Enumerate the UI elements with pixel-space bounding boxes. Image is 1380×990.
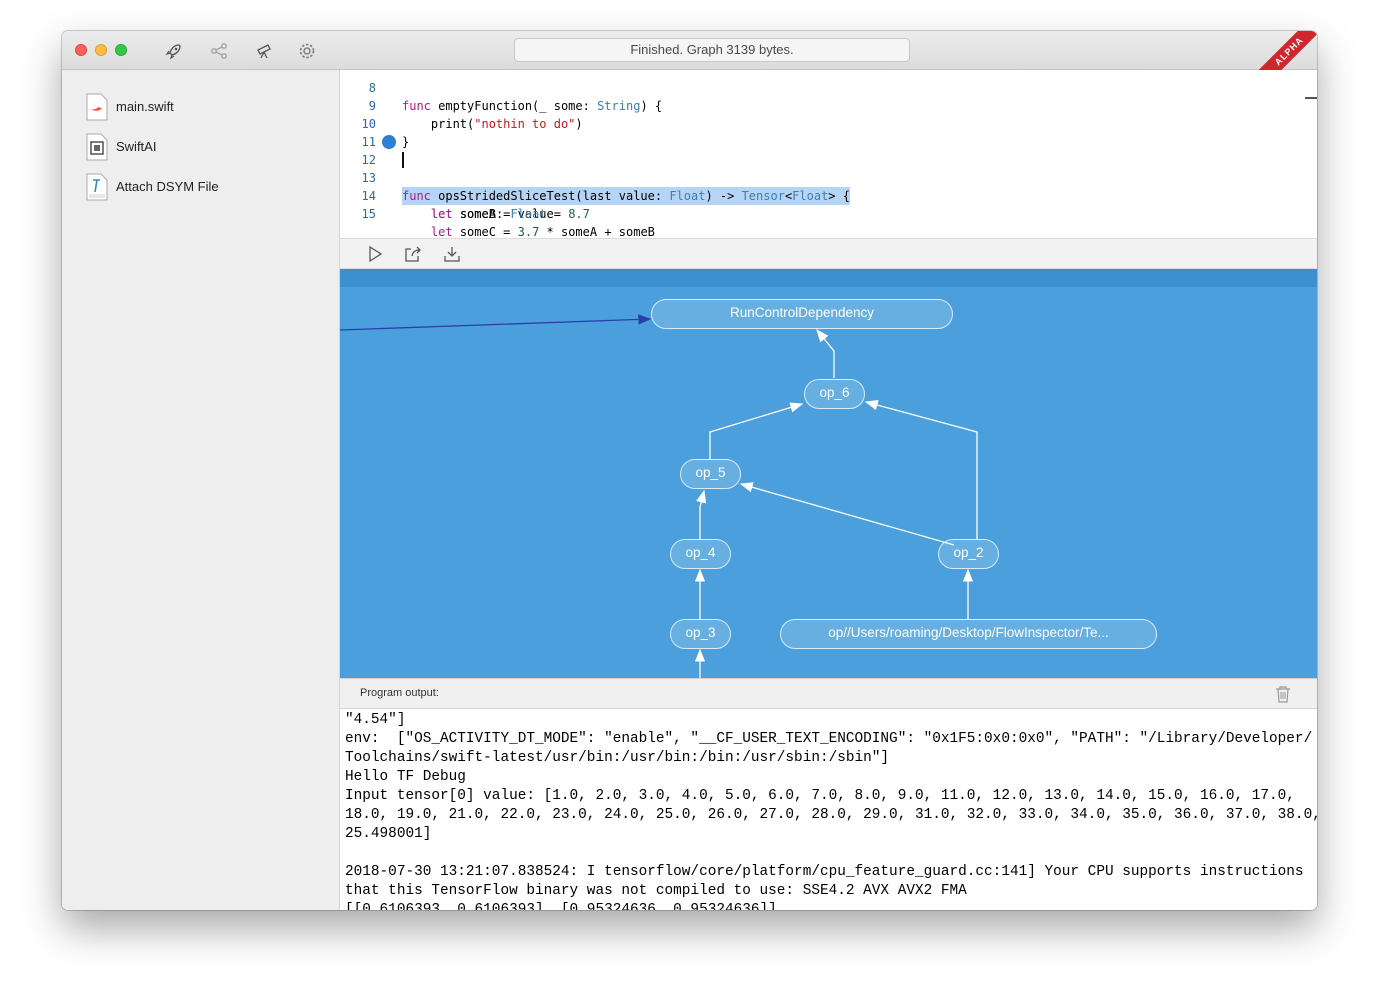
export-icon[interactable] (404, 245, 422, 263)
close-button[interactable] (75, 44, 87, 56)
output-line: [[0.6106393, 0.6106393], [0.95324636, 0.… (345, 902, 777, 910)
code-line: 13 let someA = value (340, 151, 1317, 221)
output-line: env: ["OS_ACTIVITY_DT_MODE": "enable", "… (345, 731, 1313, 747)
graph-node-op-5[interactable]: op_5 (680, 459, 741, 489)
code-line: 8 func emptyFunction(_ some: String) { (340, 70, 1317, 113)
output-title: Program output: (360, 687, 439, 699)
code-line: 9 print("nothin to do") (340, 79, 1317, 131)
rocket-icon[interactable] (164, 41, 184, 61)
output-line: Hello TF Debug (345, 769, 466, 785)
code-line: 14 let someB: Float = 8.7 (340, 169, 1317, 221)
code-line-breakpoint: 12 func opsStridedSliceTest(last value: … (340, 133, 1317, 205)
status-field: Finished. Graph 3139 bytes. (514, 38, 910, 62)
output-line: 18.0, 19.0, 21.0, 22.0, 23.0, 24.0, 25.0… (345, 807, 1317, 823)
titlebar: Finished. Graph 3139 bytes. ALPHA (62, 31, 1317, 90)
code-text: let someB: Float = 8.7 (430, 207, 590, 221)
swift-file-icon (86, 93, 108, 121)
sidebar-item-label: Attach DSYM File (116, 179, 219, 194)
program-output[interactable]: "4.54"] env: ["OS_ACTIVITY_DT_MODE": "en… (340, 709, 1317, 910)
sidebar-item-main-swift[interactable]: main.swift (86, 93, 326, 123)
app-window: Finished. Graph 3139 bytes. ALPHA main.s… (62, 31, 1317, 910)
dsym-file-icon (86, 173, 108, 201)
share-graph-icon[interactable] (209, 41, 229, 61)
output-line: that this TensorFlow binary was not comp… (345, 883, 967, 899)
sidebar: main.swift SwiftAI Attach DSYM File (62, 70, 340, 910)
graph-node-op-2[interactable]: op_2 (938, 539, 999, 569)
code-line: 11 (340, 115, 1317, 149)
graph-node-op-4[interactable]: op_4 (670, 539, 731, 569)
sidebar-item-label: SwiftAI (116, 139, 157, 154)
graph-node-path[interactable]: op//Users/roaming/Desktop/FlowInspector/… (780, 619, 1157, 649)
output-line: 25.498001] (345, 826, 432, 842)
edge-op2-to-op5 (739, 482, 955, 546)
code-line: 15 let someC = 3.7 * someA + someB (340, 187, 1317, 238)
code-line: 10 } (340, 97, 1317, 149)
editor-scroll-marker[interactable] (1305, 97, 1317, 99)
code-text: let someC = 3.7 * someA + someB (430, 225, 655, 238)
edge-external-to-run (340, 314, 652, 331)
sidebar-item-attach-dsym[interactable]: Attach DSYM File (86, 173, 326, 203)
module-icon (86, 133, 108, 161)
minimize-button[interactable] (95, 44, 107, 56)
output-line: Input tensor[0] value: [1.0, 2.0, 3.0, 4… (345, 788, 1295, 804)
output-line: Toolchains/swift-latest/usr/bin:/usr/bin… (345, 750, 890, 766)
telescope-icon[interactable] (254, 41, 274, 61)
editor-toolbar (340, 238, 1317, 269)
sidebar-item-swiftai[interactable]: SwiftAI (86, 133, 326, 163)
edge-op5-to-op6 (709, 402, 804, 460)
edge-op2-to-op6 (864, 400, 978, 540)
breakpoint-icon[interactable] (382, 135, 396, 149)
graph-view[interactable]: RunControlDependency op_6 op_5 op_4 op_2… (340, 269, 1317, 678)
sidebar-item-label: main.swift (116, 99, 174, 114)
output-line: "4.54"] (345, 712, 406, 728)
output-line: 2018-07-30 13:21:07.838524: I tensorflow… (345, 864, 1304, 880)
graph-edges (340, 314, 978, 678)
trash-icon[interactable] (1275, 686, 1291, 703)
graph-node-run-control-dependency[interactable]: RunControlDependency (651, 299, 953, 329)
zoom-button[interactable] (115, 44, 127, 56)
line-number: 15 (361, 207, 376, 221)
gear-icon[interactable] (297, 41, 317, 61)
output-header: Program output: (340, 678, 1317, 709)
edge-op6-to-run (816, 328, 835, 378)
download-icon[interactable] (443, 245, 461, 263)
play-icon[interactable] (366, 245, 384, 263)
text-cursor (402, 152, 404, 168)
main-pane: 8 func emptyFunction(_ some: String) { 9… (340, 70, 1317, 910)
edge-op4-to-op5 (696, 489, 707, 540)
graph-node-op-6[interactable]: op_6 (804, 379, 865, 409)
graph-node-op-3[interactable]: op_3 (670, 619, 731, 649)
code-editor[interactable]: 8 func emptyFunction(_ some: String) { 9… (340, 70, 1317, 238)
